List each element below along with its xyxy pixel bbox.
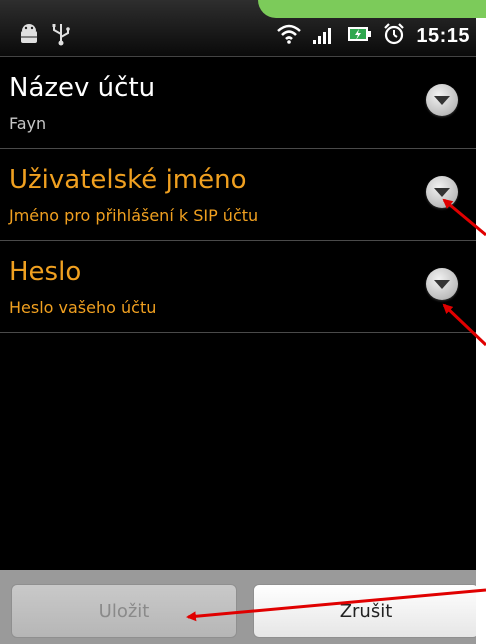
chevron-down-icon[interactable] xyxy=(426,176,458,208)
android-debug-icon xyxy=(18,23,40,49)
bottom-button-bar: Uložit Zrušit xyxy=(0,570,476,644)
chevron-down-icon[interactable] xyxy=(426,268,458,300)
signal-icon xyxy=(312,23,336,49)
setting-title: Název účtu xyxy=(9,73,156,103)
account-settings-list: Název účtu Fayn Uživatelské jméno Jméno … xyxy=(0,57,476,333)
status-time: 15:15 xyxy=(416,24,470,47)
cancel-button[interactable]: Zrušit xyxy=(253,584,476,638)
setting-username[interactable]: Uživatelské jméno Jméno pro přihlášení k… xyxy=(0,149,476,241)
setting-password[interactable]: Heslo Heslo vašeho účtu xyxy=(0,241,476,333)
setting-value: Fayn xyxy=(9,114,47,133)
setting-account-name[interactable]: Název účtu Fayn xyxy=(0,57,476,149)
setting-description: Jméno pro přihlášení k SIP účtu xyxy=(9,206,259,225)
setting-description: Heslo vašeho účtu xyxy=(9,298,157,317)
alarm-clock-icon xyxy=(382,22,406,50)
chevron-down-icon[interactable] xyxy=(426,84,458,116)
usb-icon xyxy=(50,22,72,50)
wifi-icon xyxy=(276,23,302,49)
setting-title: Uživatelské jméno xyxy=(9,165,247,195)
screen: 15:15 Název účtu Fayn Uživatelské jméno … xyxy=(0,0,486,644)
battery-charging-icon xyxy=(346,23,372,49)
phone-screen: 15:15 Název účtu Fayn Uživatelské jméno … xyxy=(0,0,476,644)
green-corner-tab xyxy=(258,0,486,18)
save-button[interactable]: Uložit xyxy=(11,584,237,638)
status-left-icons xyxy=(18,22,72,50)
status-right-icons: 15:15 xyxy=(276,22,470,50)
setting-title: Heslo xyxy=(9,257,82,287)
